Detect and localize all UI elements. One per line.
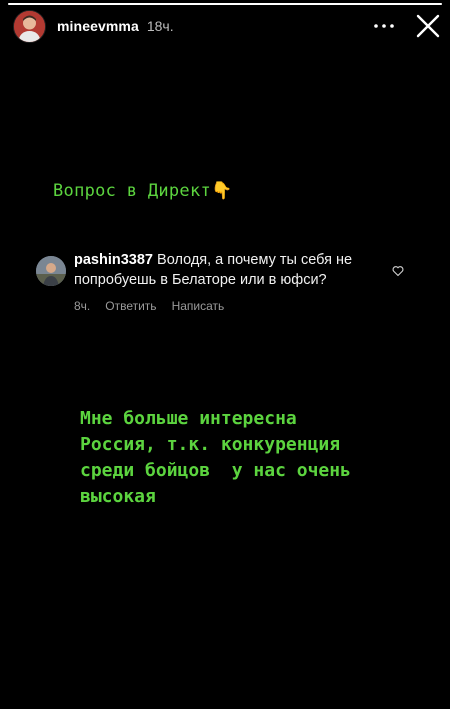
message-button[interactable]: Написать [172, 296, 225, 316]
story-username[interactable]: mineevmma [57, 18, 139, 34]
comment-time: 8ч. [74, 299, 91, 313]
commenter-avatar[interactable] [36, 256, 66, 286]
story-header: mineevmma 18ч. [0, 8, 450, 44]
question-title-text: Вопрос в Директ [53, 181, 212, 201]
more-dots-icon[interactable] [372, 16, 396, 36]
commenter-username[interactable]: pashin3387 [74, 252, 153, 268]
answer-text: Мне больше интересна Россия, т.к. конкур… [80, 408, 351, 507]
close-icon[interactable] [416, 14, 440, 38]
user-avatar[interactable] [13, 9, 46, 43]
comment-meta: 8ч. Ответить Написать [74, 296, 384, 316]
comment-body: pashin3387 Володя, а почему ты себя не п… [74, 250, 384, 316]
story-progress-bar [8, 3, 442, 5]
question-title: Вопрос в Директ👇 [53, 181, 233, 201]
heart-icon[interactable] [392, 264, 404, 277]
reply-button[interactable]: Ответить [105, 296, 156, 316]
pointing-down-icon: 👇 [211, 181, 233, 201]
story-progress-fill [8, 3, 442, 5]
story-time-ago: 18ч. [146, 18, 174, 34]
